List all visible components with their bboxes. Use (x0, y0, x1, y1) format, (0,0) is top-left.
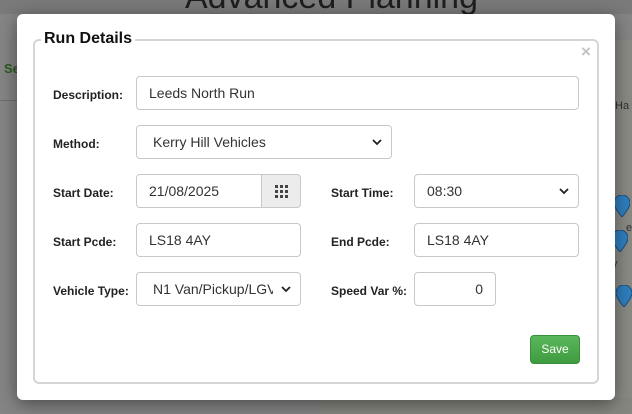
description-label: Description: (53, 88, 124, 102)
method-select[interactable]: Kerry Hill Vehicles (136, 125, 392, 159)
chevron-down-icon (559, 188, 569, 195)
map-label: Ha (615, 100, 630, 112)
modal-title: Run Details (41, 30, 136, 48)
start-date-input[interactable]: 21/08/2025 (136, 174, 262, 208)
close-icon[interactable]: × (581, 42, 591, 62)
calendar-button[interactable] (261, 174, 301, 208)
method-label: Method: (53, 137, 100, 151)
chevron-down-icon (281, 286, 291, 293)
description-input[interactable]: Leeds North Run (136, 76, 579, 110)
calendar-grid-icon (275, 185, 288, 198)
save-button[interactable]: Save (530, 335, 580, 364)
start-time-value: 08:30 (427, 183, 463, 199)
start-date-label: Start Date: (53, 186, 114, 200)
speed-var-label: Speed Var %: (331, 284, 408, 298)
chevron-down-icon (372, 139, 382, 146)
map-pin-icon[interactable] (614, 195, 630, 217)
end-pcde-label: End Pcde: (331, 235, 390, 249)
start-time-select[interactable]: 08:30 (414, 174, 579, 208)
vehicle-type-select[interactable]: N1 Van/Pickup/LGV (136, 272, 301, 306)
map-pin-icon[interactable] (616, 285, 632, 307)
vehicle-type-value: N1 Van/Pickup/LGV (153, 281, 273, 297)
start-pcde-label: Start Pcde: (53, 235, 117, 249)
vehicle-type-label: Vehicle Type: (53, 284, 129, 298)
method-select-value: Kerry Hill Vehicles (153, 134, 266, 150)
run-details-modal: Run Details × Description: Leeds North R… (17, 14, 615, 400)
map-area-bottom[interactable] (320, 398, 632, 414)
speed-var-input[interactable]: 0 (414, 272, 496, 306)
end-pcde-input[interactable]: LS18 4AY (414, 223, 579, 257)
start-time-label: Start Time: (331, 186, 394, 200)
start-pcde-input[interactable]: LS18 4AY (136, 223, 301, 257)
